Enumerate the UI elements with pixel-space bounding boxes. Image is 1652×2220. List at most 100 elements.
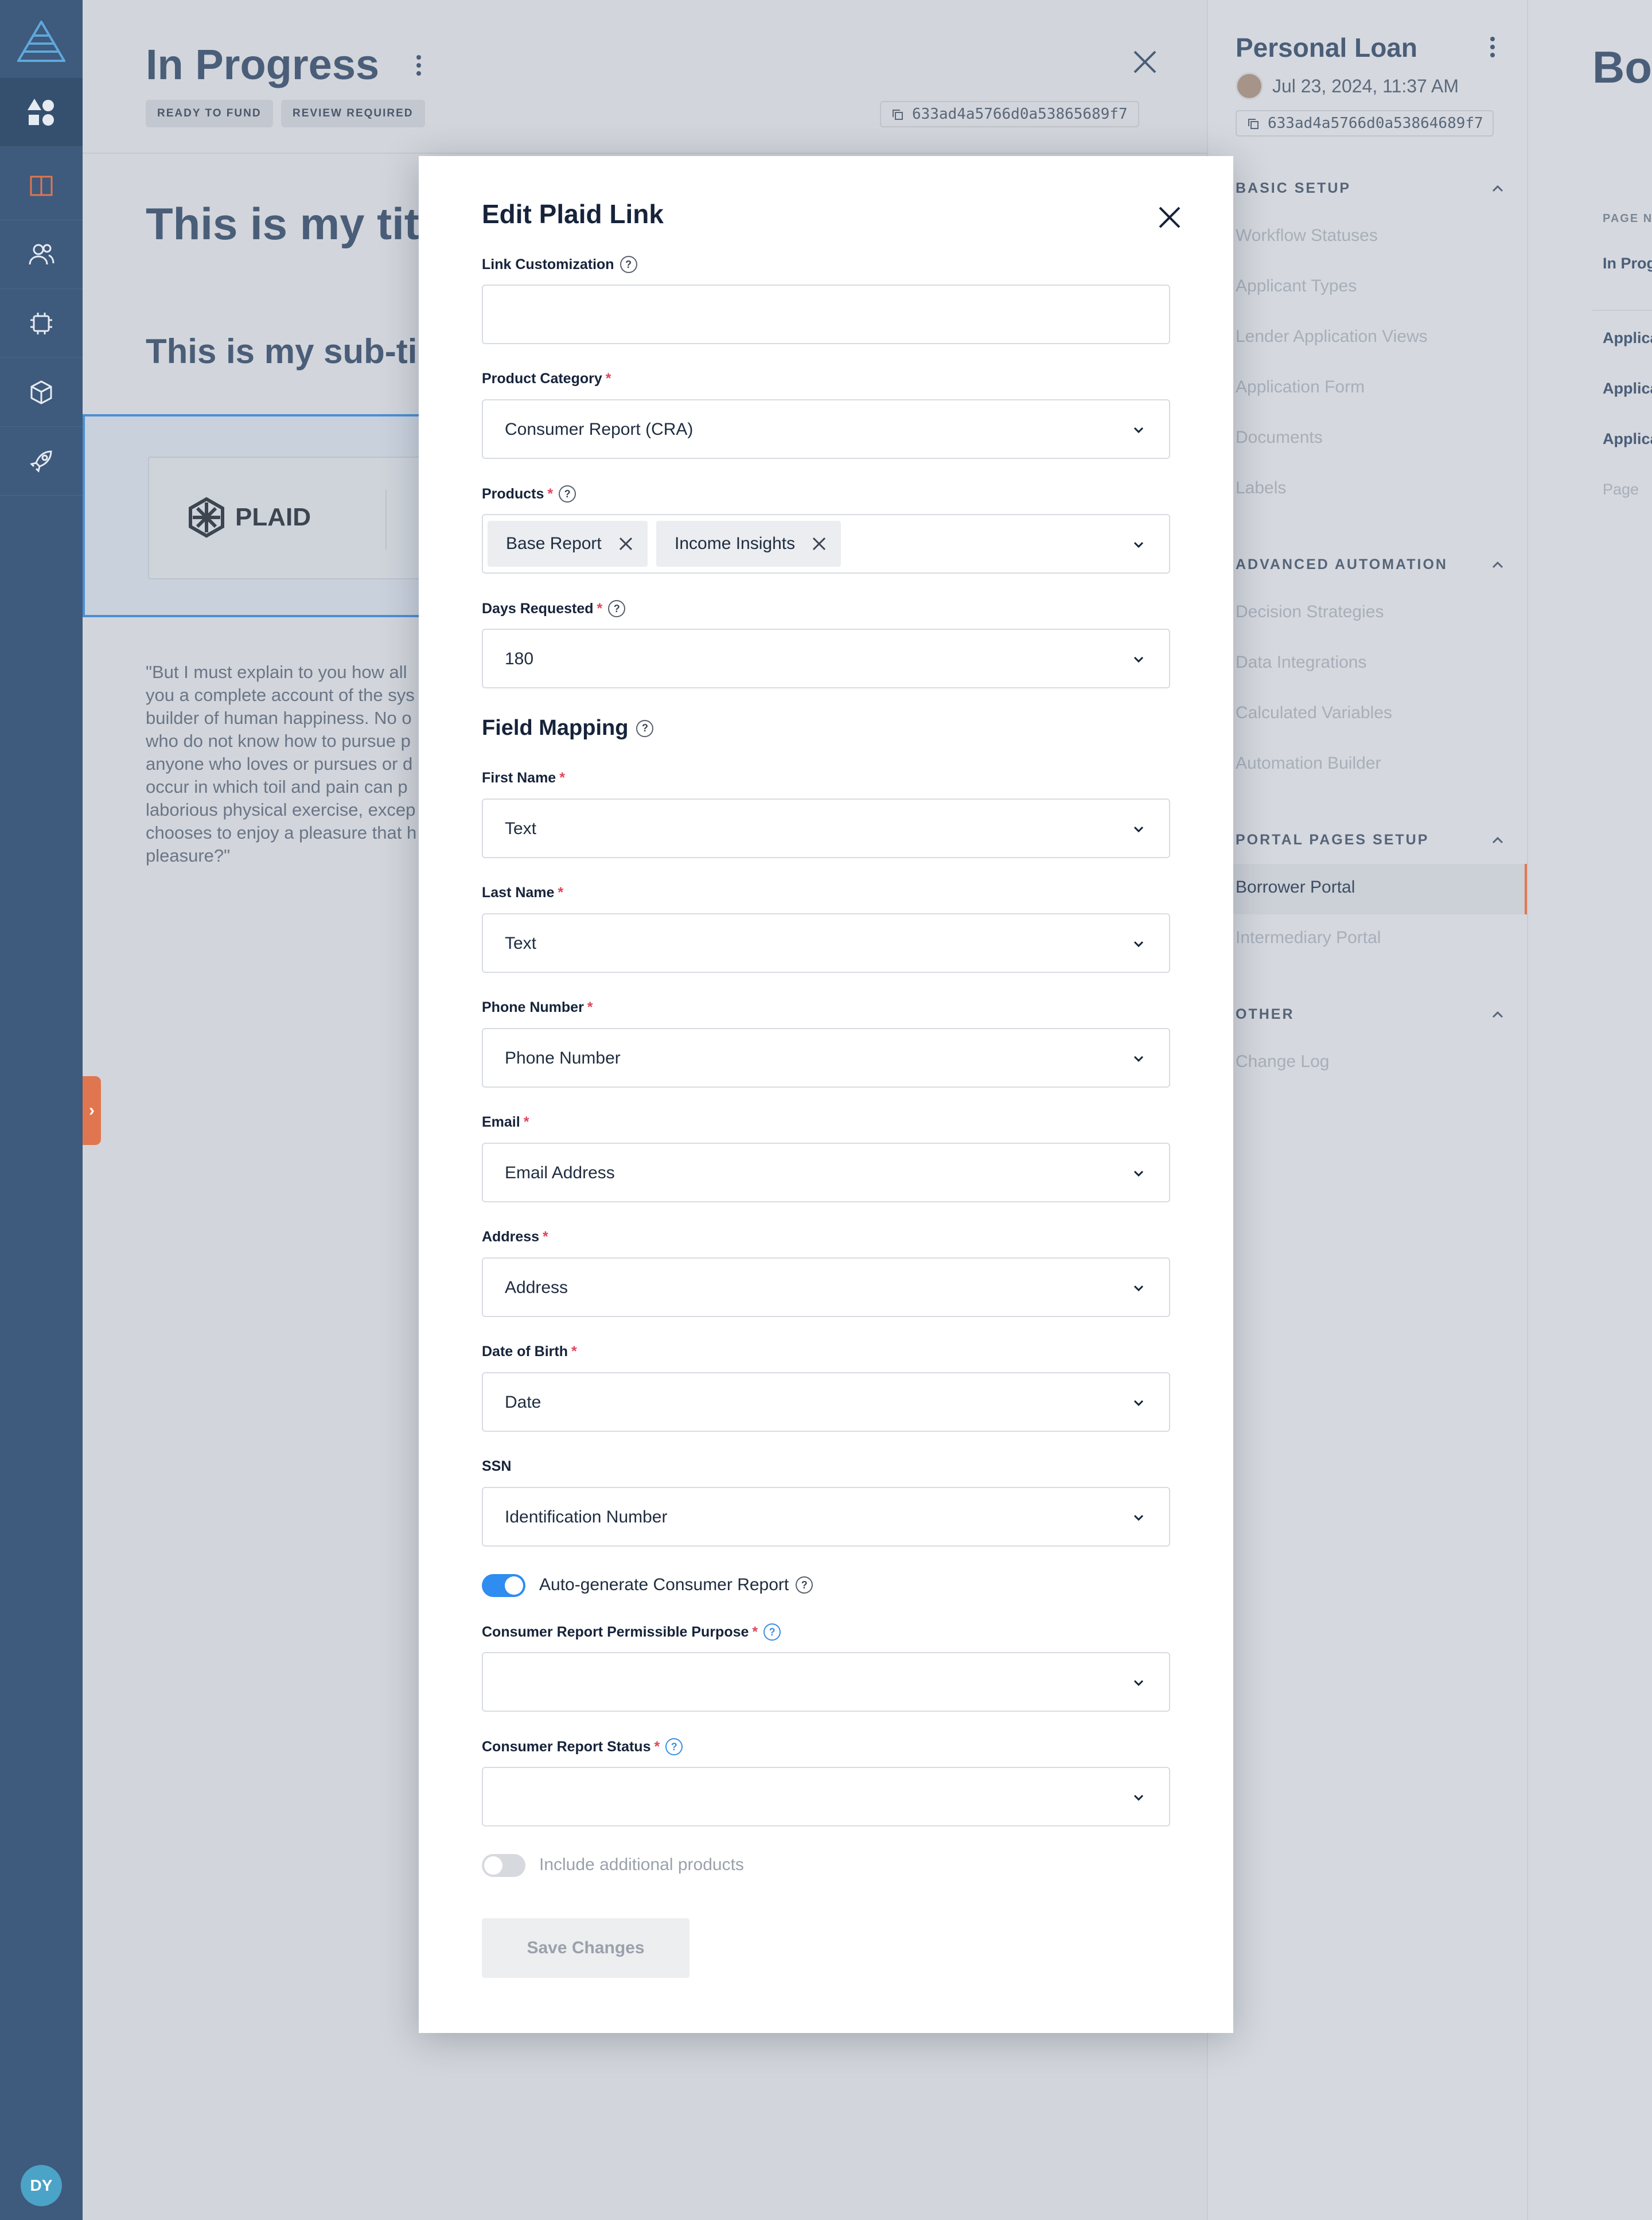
- plaid-logo-text: PLAID: [235, 503, 311, 531]
- permissible-purpose-label: Consumer Report Permissible Purpose * ?: [482, 1623, 781, 1641]
- chevron-down-icon: [1133, 1514, 1144, 1521]
- nav-documents[interactable]: Documents: [1236, 428, 1323, 447]
- last-name-select[interactable]: Text: [482, 913, 1170, 973]
- chevron-down-icon: [1133, 1056, 1144, 1062]
- label-text: Auto-generate Consumer Report: [539, 1575, 789, 1594]
- section-basic-setup[interactable]: BASIC SETUP: [1236, 180, 1505, 197]
- help-icon[interactable]: ?: [559, 485, 576, 503]
- section-other[interactable]: OTHER: [1236, 1006, 1505, 1023]
- more-options-icon[interactable]: [415, 54, 422, 77]
- section-title: Field Mapping: [482, 716, 629, 740]
- nav-data-integrations[interactable]: Data Integrations: [1236, 653, 1366, 672]
- include-additional-label: Include additional products: [539, 1855, 744, 1874]
- nav-lender-application-views[interactable]: Lender Application Views: [1236, 327, 1428, 346]
- left-nav: DY: [0, 0, 83, 2220]
- help-icon[interactable]: ?: [620, 256, 637, 273]
- page-row[interactable]: Applica: [1603, 380, 1652, 398]
- report-status-label: Consumer Report Status * ?: [482, 1738, 683, 1755]
- book-icon: [30, 176, 53, 196]
- products-multiselect[interactable]: Base Report Income Insights: [482, 514, 1170, 574]
- user-avatar[interactable]: DY: [21, 2165, 62, 2206]
- chevron-up-icon: [1492, 185, 1503, 192]
- close-page-icon[interactable]: [1130, 47, 1160, 77]
- address-select[interactable]: Address: [482, 1257, 1170, 1317]
- auto-generate-toggle[interactable]: [482, 1574, 525, 1597]
- report-status-select[interactable]: [482, 1767, 1170, 1826]
- nav-item-apps[interactable]: [0, 78, 83, 147]
- nav-workflow-statuses[interactable]: Workflow Statuses: [1236, 226, 1378, 246]
- nav-automation-builder[interactable]: Automation Builder: [1236, 754, 1381, 773]
- help-icon[interactable]: ?: [608, 600, 626, 617]
- remove-chip-icon[interactable]: [811, 536, 827, 552]
- apps-icon: [28, 98, 54, 126]
- chevron-down-icon: [1133, 542, 1144, 548]
- page-row[interactable]: Page: [1603, 481, 1639, 498]
- date-of-birth-select[interactable]: Date: [482, 1372, 1170, 1432]
- help-icon[interactable]: ?: [796, 1576, 813, 1594]
- section-title: BASIC SETUP: [1236, 180, 1351, 196]
- page-row[interactable]: In Prog: [1603, 255, 1652, 272]
- product-category-select[interactable]: Consumer Report (CRA): [482, 399, 1170, 459]
- section-title: PORTAL PAGES SETUP: [1236, 832, 1429, 848]
- nav-labels[interactable]: Labels: [1236, 478, 1286, 498]
- app-logo[interactable]: [17, 21, 65, 62]
- selected-value: Address: [505, 1278, 568, 1297]
- save-changes-button[interactable]: Save Changes: [482, 1918, 689, 1978]
- required-mark: *: [654, 1738, 660, 1755]
- remove-chip-icon[interactable]: [618, 536, 634, 552]
- required-mark: *: [587, 999, 593, 1015]
- nav-item-users[interactable]: [0, 220, 83, 289]
- required-mark: *: [559, 770, 565, 786]
- nav-change-log[interactable]: Change Log: [1236, 1052, 1329, 1072]
- nav-intermediary-portal[interactable]: Intermediary Portal: [1236, 928, 1381, 948]
- nav-borrower-portal[interactable]: Borrower Portal: [1236, 878, 1355, 897]
- label-text: Consumer Report Status: [482, 1738, 651, 1755]
- chevron-up-icon: [1492, 836, 1503, 844]
- permissible-purpose-select[interactable]: [482, 1652, 1170, 1712]
- product-id-chip[interactable]: 633ad4a5766d0a53864689f7: [1236, 110, 1494, 137]
- chevron-down-icon: [1133, 826, 1144, 833]
- last-name-label: Last Name *: [482, 885, 563, 901]
- first-name-select[interactable]: Text: [482, 799, 1170, 858]
- page-row[interactable]: Applica: [1603, 329, 1652, 347]
- section-portal-pages-setup[interactable]: PORTAL PAGES SETUP: [1236, 832, 1505, 848]
- nav-application-form[interactable]: Application Form: [1236, 377, 1365, 397]
- help-icon[interactable]: ?: [763, 1623, 781, 1641]
- email-select[interactable]: Email Address: [482, 1143, 1170, 1202]
- chevron-down-icon: [1133, 1170, 1144, 1177]
- selected-value: Text: [505, 819, 537, 838]
- panel-title: Bo: [1592, 42, 1652, 92]
- label-text: Products: [482, 485, 544, 502]
- include-additional-toggle[interactable]: [482, 1854, 525, 1877]
- nav-calculated-variables[interactable]: Calculated Variables: [1236, 703, 1392, 723]
- nav-decision-strategies[interactable]: Decision Strategies: [1236, 602, 1384, 622]
- copy-icon: [893, 110, 903, 120]
- plaid-logo-icon: [189, 497, 224, 538]
- page-row[interactable]: Applica: [1603, 430, 1652, 448]
- phone-number-select[interactable]: Phone Number: [482, 1028, 1170, 1088]
- help-icon[interactable]: ?: [636, 719, 654, 737]
- close-icon[interactable]: [1156, 204, 1183, 231]
- chevron-down-icon: [1133, 1794, 1144, 1801]
- link-customization-label: Link Customization ?: [482, 256, 637, 273]
- status-badge-ready: READY TO FUND: [146, 100, 273, 127]
- nav-item-book[interactable]: [0, 151, 83, 220]
- ssn-select[interactable]: Identification Number: [482, 1487, 1170, 1547]
- help-icon[interactable]: ?: [665, 1738, 683, 1755]
- required-mark: *: [605, 371, 611, 387]
- nav-item-chip[interactable]: [0, 289, 83, 358]
- product-chip-base-report: Base Report: [488, 521, 648, 567]
- nav-item-rocket[interactable]: [0, 427, 83, 496]
- auto-generate-label: Auto-generate Consumer Report ?: [539, 1575, 813, 1595]
- record-id-chip[interactable]: 633ad4a5766d0a53865689f7: [880, 101, 1139, 127]
- link-customization-input[interactable]: [482, 285, 1170, 344]
- nav-item-box[interactable]: [0, 358, 83, 427]
- toggle-knob: [484, 1856, 502, 1875]
- label-text: Days Requested: [482, 600, 594, 617]
- days-requested-select[interactable]: 180: [482, 629, 1170, 688]
- panel-more-icon[interactable]: [1489, 36, 1496, 59]
- ssn-label: SSN: [482, 1458, 511, 1475]
- expand-sidebar-button[interactable]: ›: [83, 1076, 101, 1145]
- nav-applicant-types[interactable]: Applicant Types: [1236, 276, 1357, 296]
- section-advanced-automation[interactable]: ADVANCED AUTOMATION: [1236, 556, 1505, 573]
